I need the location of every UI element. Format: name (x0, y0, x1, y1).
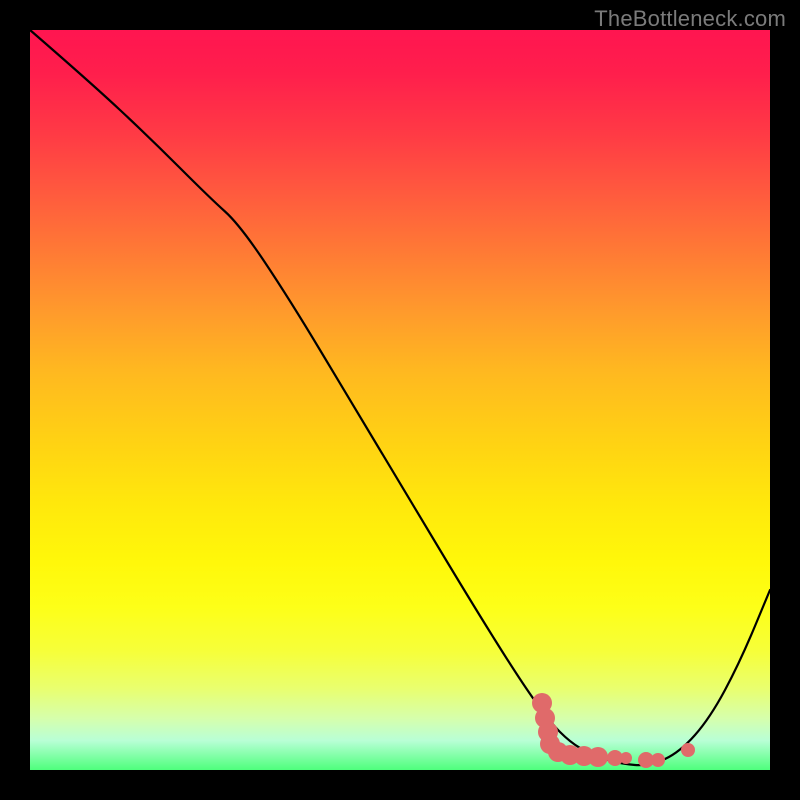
bottleneck-curve (30, 30, 770, 765)
highlight-dot (588, 747, 608, 767)
highlight-dot (681, 743, 695, 757)
watermark-text: TheBottleneck.com (594, 6, 786, 32)
highlight-dot (620, 752, 632, 764)
highlight-dot (651, 753, 665, 767)
chart-overlay (30, 30, 770, 770)
